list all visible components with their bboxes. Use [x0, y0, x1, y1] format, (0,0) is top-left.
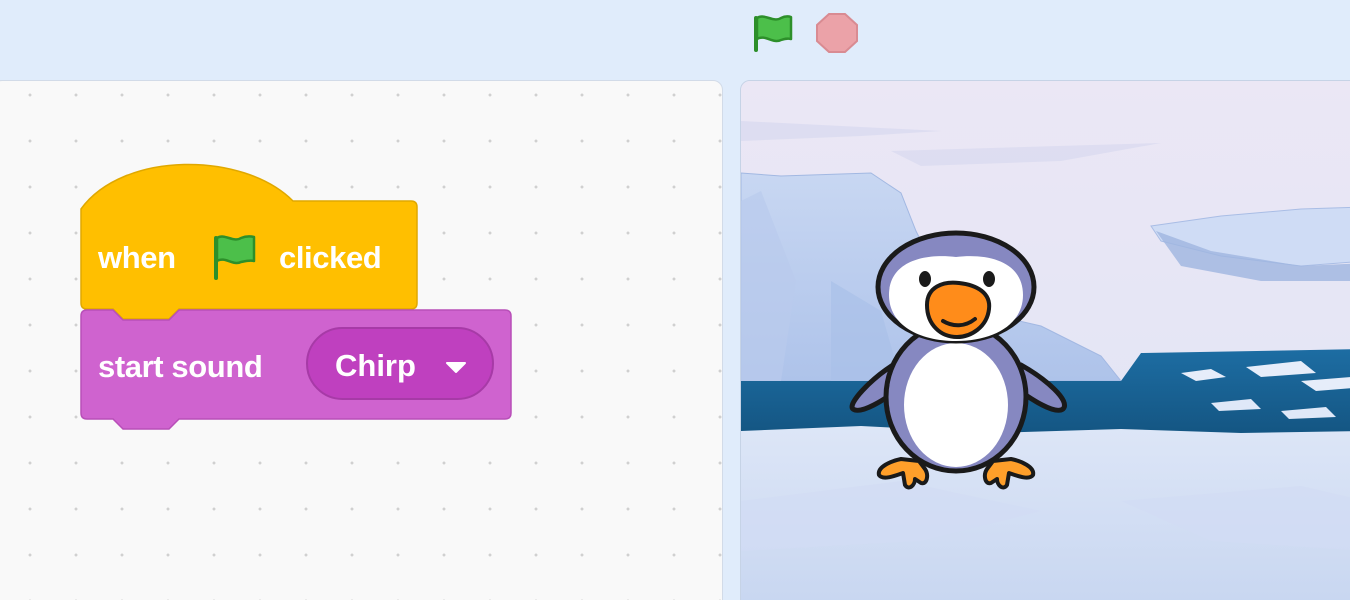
penguin-sprite[interactable] [841, 229, 1081, 499]
green-flag-button[interactable] [748, 10, 798, 56]
dropdown-triangle-icon [446, 362, 466, 373]
hat-block-suffix: clicked [279, 240, 382, 275]
green-flag-icon [214, 235, 256, 280]
sound-dropdown-value: Chirp [335, 348, 416, 383]
sound-dropdown[interactable]: Chirp [306, 327, 494, 400]
code-workspace[interactable]: when clicked start sound Chirp [0, 80, 723, 600]
hat-block-prefix: when [98, 240, 176, 275]
stop-button[interactable] [814, 12, 860, 54]
stop-sign-icon [816, 13, 858, 53]
green-flag-icon [754, 15, 793, 52]
top-toolbar [0, 0, 1350, 80]
sound-block-label: start sound [98, 349, 263, 384]
stage[interactable] [740, 80, 1350, 600]
script-stack[interactable]: when clicked start sound Chirp [0, 81, 722, 600]
